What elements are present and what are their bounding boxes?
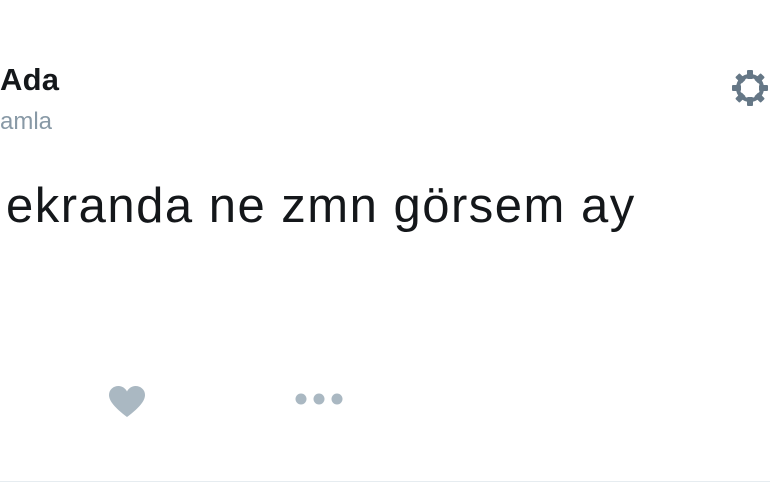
more-button[interactable]: [292, 388, 346, 410]
tweet-card: Ada amla ekranda ne zmn görsem ay: [0, 0, 770, 485]
username[interactable]: amla: [0, 108, 52, 136]
more-dots-icon: [295, 393, 343, 405]
gear-icon[interactable]: [730, 68, 770, 108]
display-name[interactable]: Ada: [0, 62, 59, 98]
tweet-text: ekranda ne zmn görsem ay: [6, 179, 636, 233]
heart-icon: [109, 386, 145, 417]
divider: [0, 481, 770, 482]
like-button[interactable]: [107, 384, 147, 420]
